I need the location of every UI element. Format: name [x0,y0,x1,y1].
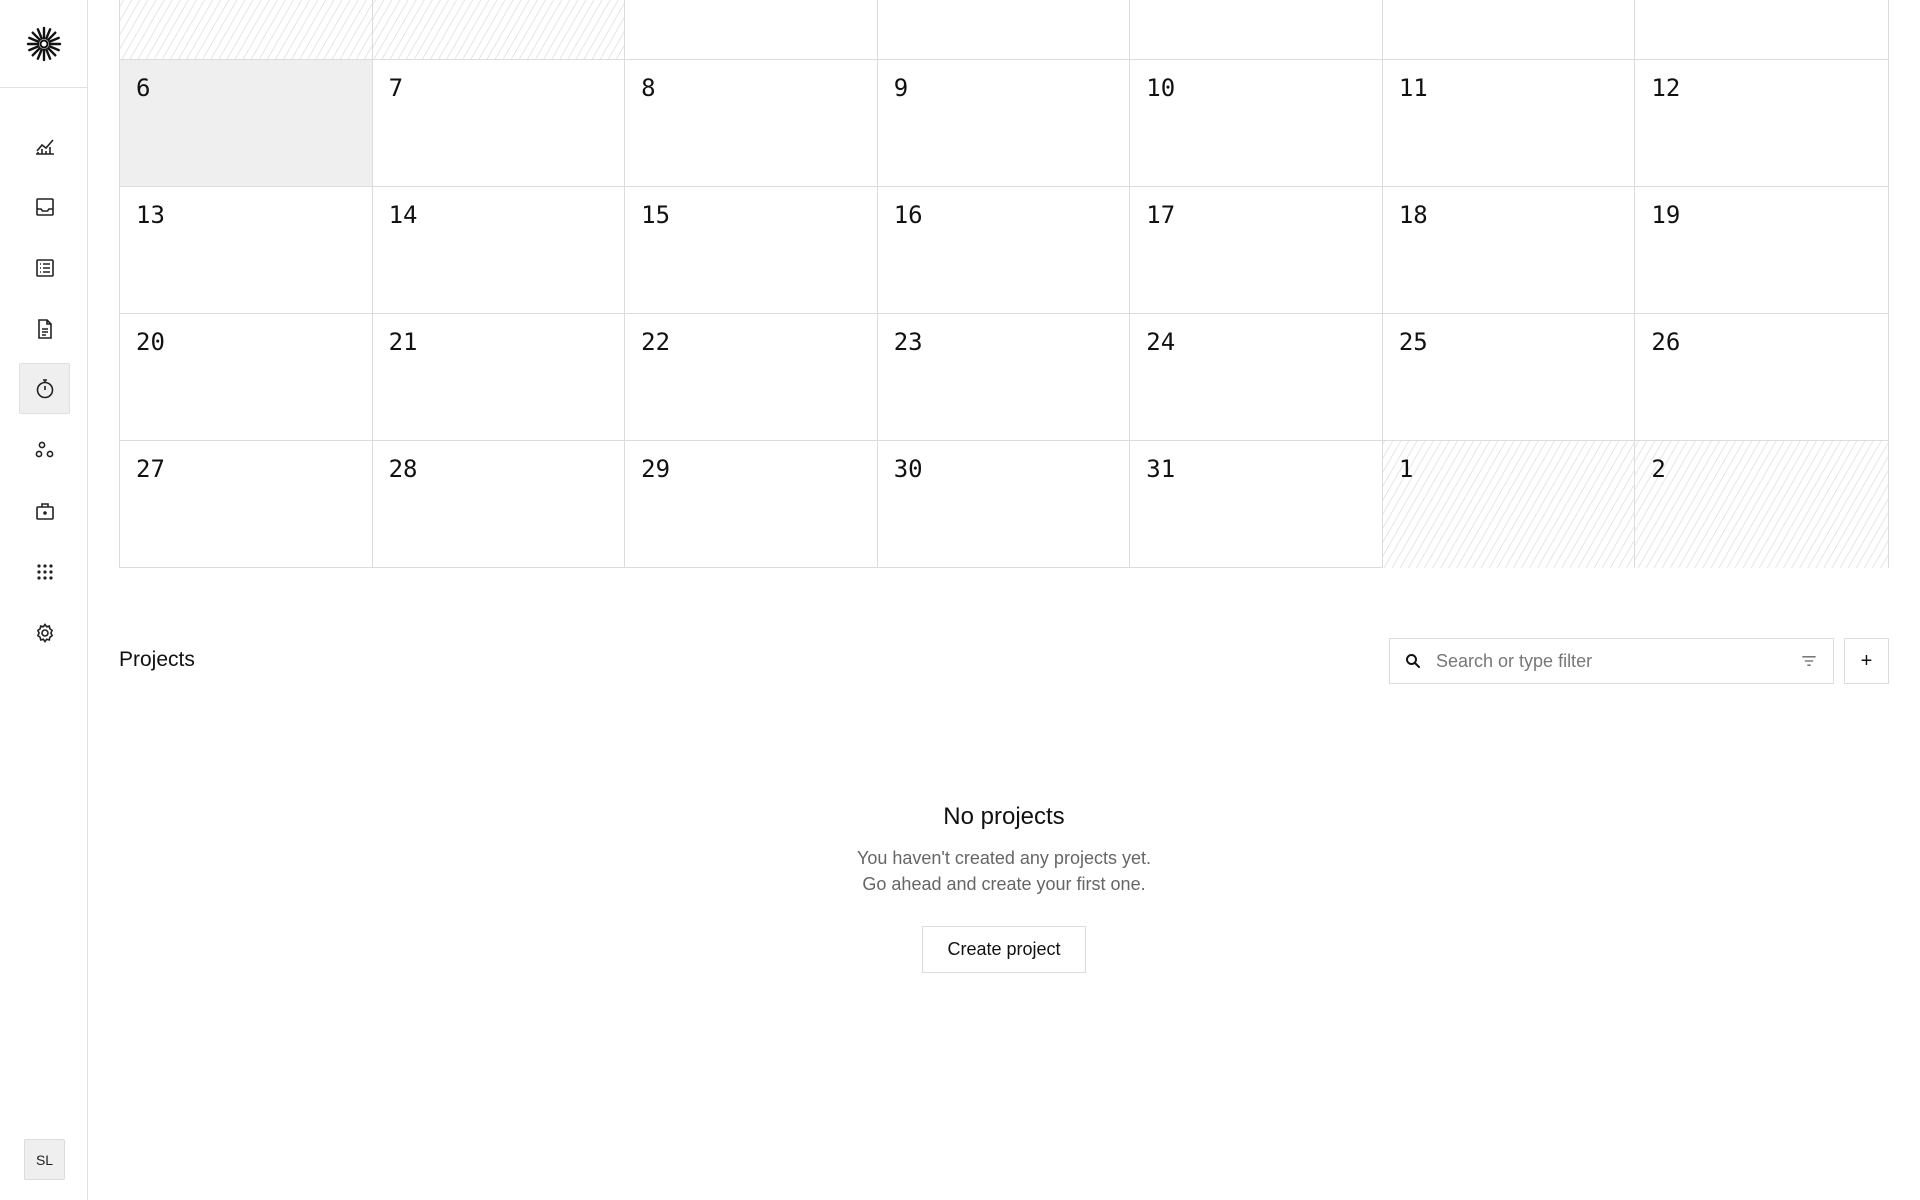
stopwatch-icon [36,378,53,398]
calendar-day-cell[interactable] [1635,0,1888,60]
calendar-day-cell[interactable] [120,0,373,60]
day-number: 12 [1651,74,1681,102]
inbox-icon [35,197,54,216]
calendar-day-cell[interactable]: 31 [1130,441,1383,568]
search-icon [1406,654,1420,668]
calendar-day-cell[interactable]: 19 [1635,187,1888,314]
filter-icon[interactable] [1799,651,1819,671]
day-number: 8 [641,74,656,102]
calendar-day-cell[interactable]: 7 [372,60,626,187]
chart-icon [35,138,54,155]
day-number: 20 [136,328,165,356]
day-number: 13 [136,201,165,229]
calendar-day-cell[interactable]: 26 [1635,314,1888,441]
empty-state-title: No projects [943,803,1065,830]
empty-state-line-2: Go ahead and create your first one. [862,874,1146,894]
nav-settings[interactable] [19,607,70,658]
day-number: 10 [1146,74,1176,102]
day-number: 11 [1398,74,1428,102]
day-number: 26 [1651,328,1681,356]
calendar-day-cell[interactable]: 6 [120,60,373,187]
calendar-day-cell[interactable]: 17 [1130,187,1383,314]
calendar-day-cell[interactable]: 16 [877,187,1131,314]
day-number: 16 [893,201,923,229]
calendar-day-cell[interactable] [372,0,626,60]
user-avatar[interactable]: SL [24,1139,65,1180]
calendar-day-cell[interactable] [1382,0,1636,60]
day-number: 6 [136,74,151,102]
day-number: 22 [641,328,671,356]
calendar-day-cell[interactable]: 18 [1382,187,1636,314]
nav-list[interactable] [19,242,70,293]
calendar-day-cell[interactable]: 13 [120,187,373,314]
day-number: 2 [1651,455,1666,483]
day-number: 23 [893,328,923,356]
day-number: 25 [1398,328,1428,356]
day-number: 24 [1146,328,1176,356]
nav-time-tracking[interactable] [19,363,70,414]
calendar-day-cell[interactable] [877,0,1131,60]
projects-title: Projects [119,648,195,671]
calendar-day-cell[interactable]: 1 [1382,441,1636,568]
nav-analytics[interactable] [19,120,70,171]
calendar-day-cell[interactable] [625,0,878,60]
calendar-day-cell[interactable] [1130,0,1383,60]
calendar-day-cell[interactable]: 12 [1635,60,1888,187]
day-number: 14 [388,201,418,229]
logo[interactable] [0,0,88,88]
grid-icon [36,563,53,580]
day-number: 27 [136,455,165,483]
search-input[interactable] [1436,650,1799,672]
create-project-button[interactable]: Create project [922,926,1086,973]
calendar-day-cell[interactable]: 20 [120,314,373,441]
day-number: 1 [1398,455,1414,483]
calendar-day-cell[interactable]: 25 [1382,314,1636,441]
day-number: 30 [893,455,923,483]
briefcase-icon [35,502,54,520]
day-number: 29 [641,455,671,483]
day-number: 21 [388,328,418,356]
gear-icon [36,622,53,643]
calendar-day-cell[interactable]: 27 [120,441,373,568]
avatar-initials: SL [35,1151,54,1168]
empty-state-line-1: You haven't created any projects yet. [857,848,1151,868]
people-icon [35,441,53,457]
calendar-day-cell[interactable]: 22 [625,314,878,441]
project-search[interactable] [1389,638,1834,684]
add-project-button[interactable]: + [1844,638,1889,684]
calendar: 6 7 8 9 10 11 12 13 14 15 16 17 18 19 20 21 22 23 24 25 26 27… [119,0,1889,568]
day-number: 9 [893,74,909,102]
day-number: 15 [641,201,671,229]
day-number: 17 [1146,201,1176,229]
calendar-day-cell[interactable]: 9 [877,60,1131,187]
list-icon [35,258,54,277]
day-number: 18 [1398,201,1428,229]
calendar-day-cell[interactable]: 24 [1130,314,1383,441]
calendar-day-cell[interactable]: 10 [1130,60,1383,187]
document-icon [37,318,52,339]
nav-apps[interactable] [19,546,70,597]
calendar-day-cell[interactable]: 2 [1635,441,1888,568]
nav-documents[interactable] [19,303,70,354]
day-number: 31 [1146,455,1176,483]
asterisk-logo-icon [26,26,62,61]
calendar-day-cell[interactable]: 29 [625,441,878,568]
day-number: 28 [388,455,418,483]
calendar-day-cell[interactable]: 21 [372,314,626,441]
calendar-day-cell[interactable]: 15 [625,187,878,314]
day-number: 7 [388,74,404,102]
calendar-day-cell[interactable]: 8 [625,60,878,187]
nav-inbox[interactable] [19,181,70,232]
nav-vault[interactable] [19,485,70,536]
calendar-grid: 6 7 8 9 10 11 12 13 14 15 16 17 18 19 20 21 22 23 24 25 26 27… [120,0,1888,568]
calendar-day-cell[interactable]: 11 [1382,60,1636,187]
nav-customers[interactable] [19,424,70,475]
sidebar: SL [0,0,88,1200]
day-number: 19 [1651,201,1681,229]
calendar-day-cell[interactable]: 14 [372,187,626,314]
calendar-day-cell[interactable]: 30 [878,441,1131,568]
calendar-day-cell[interactable]: 28 [373,441,626,568]
calendar-day-cell[interactable]: 23 [877,314,1131,441]
